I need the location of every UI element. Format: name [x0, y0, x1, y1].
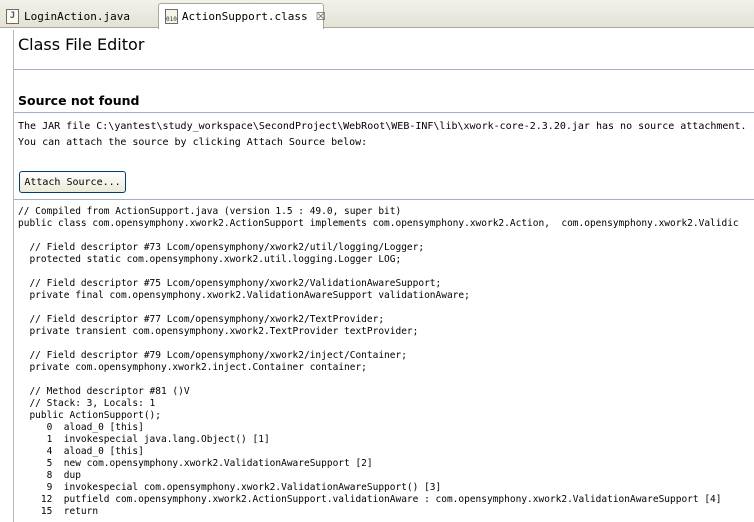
code-line: 4 aload_0 [this] — [18, 446, 144, 457]
page-title: Class File Editor — [18, 35, 145, 54]
code-line: private final com.opensymphony.xwork2.Va… — [18, 290, 470, 301]
divider — [14, 112, 754, 113]
attach-source-button[interactable]: Attach Source... — [19, 171, 126, 193]
tab-action-support[interactable]: 010 ActionSupport.class ☒ — [158, 3, 326, 29]
code-line: // Field descriptor #79 Lcom/opensymphon… — [18, 350, 407, 361]
code-line: 15 return — [18, 506, 99, 517]
tab-label: ActionSupport.class — [181, 10, 308, 23]
code-line: // Field descriptor #77 Lcom/opensymphon… — [18, 314, 385, 325]
code-line: private transient com.opensymphony.xwork… — [18, 326, 419, 337]
code-line: 0 aload_0 [this] — [18, 422, 144, 433]
code-line: // Compiled from ActionSupport.java (ver… — [18, 206, 402, 217]
close-icon[interactable]: ☒ — [316, 11, 326, 22]
code-line: // Stack: 3, Locals: 1 — [18, 398, 156, 409]
tab-label: LoginAction.java — [24, 9, 130, 23]
code-line: protected static com.opensymphony.xwork2… — [18, 254, 402, 265]
divider — [14, 199, 754, 200]
class-file-icon: 010 — [165, 9, 178, 24]
code-line: // Method descriptor #81 ()V — [18, 386, 190, 397]
code-line: 9 invokespecial com.opensymphony.xwork2.… — [18, 482, 442, 493]
code-line: 8 dup — [18, 470, 81, 481]
java-file-icon: J — [6, 8, 19, 24]
code-line: private com.opensymphony.xwork2.inject.C… — [18, 362, 367, 373]
code-line: // Field descriptor #75 Lcom/opensymphon… — [18, 278, 442, 289]
editor-left-border — [13, 30, 14, 522]
jar-message: The JAR file C:\yantest\study_workspace\… — [18, 121, 747, 132]
code-line: public class com.opensymphony.xwork2.Act… — [18, 218, 739, 229]
attach-instructions: You can attach the source by clicking At… — [18, 137, 368, 148]
tab-login-action[interactable]: J LoginAction.java — [0, 4, 158, 28]
editor-tab-bar: J LoginAction.java 010 ActionSupport.cla… — [0, 0, 754, 29]
attach-source-label: Attach Source... — [24, 176, 121, 188]
code-line: 1 invokespecial java.lang.Object() [1] — [18, 434, 270, 445]
code-line: 12 putfield com.opensymphony.xwork2.Acti… — [18, 494, 722, 505]
divider — [14, 69, 754, 70]
code-line: // Field descriptor #73 Lcom/opensymphon… — [18, 242, 425, 253]
source-not-found-heading: Source not found — [18, 93, 140, 108]
code-line: public ActionSupport(); — [18, 410, 161, 421]
code-line: 5 new com.opensymphony.xwork2.Validation… — [18, 458, 373, 469]
bytecode-view[interactable]: // Compiled from ActionSupport.java (ver… — [18, 206, 754, 522]
